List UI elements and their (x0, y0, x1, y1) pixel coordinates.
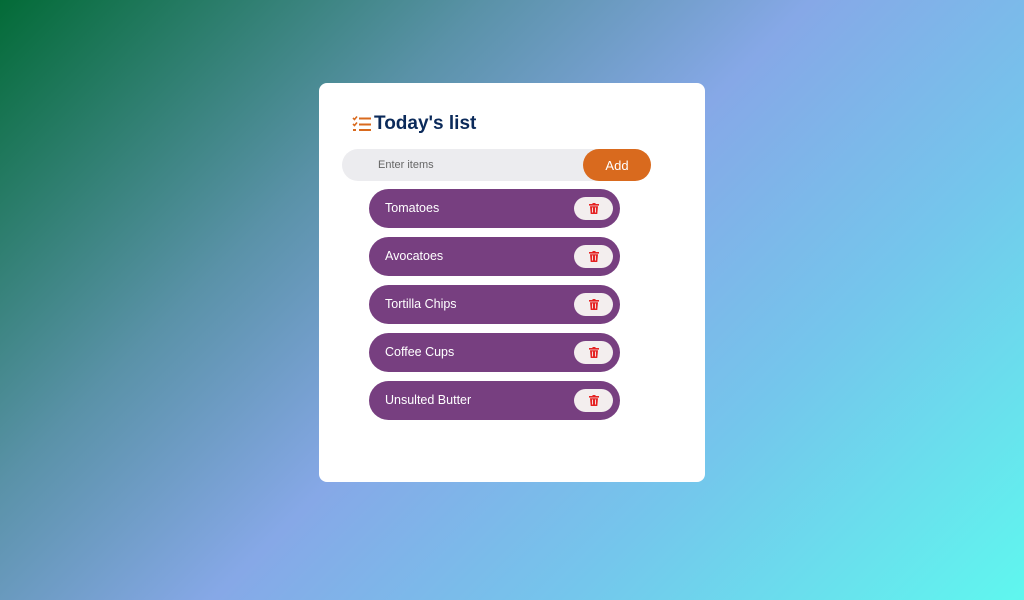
list-item: Avocatoes (369, 237, 620, 276)
delete-button[interactable] (574, 245, 613, 268)
header: Today's list (352, 113, 476, 135)
item-label: Unsulted Butter (385, 393, 472, 407)
checklist-icon (352, 115, 371, 131)
item-label: Tortilla Chips (385, 297, 457, 311)
delete-button[interactable] (574, 197, 613, 220)
list-item: Unsulted Butter (369, 381, 620, 420)
add-button[interactable]: Add (583, 149, 651, 181)
trash-icon (588, 347, 599, 358)
delete-button[interactable] (574, 293, 613, 316)
trash-icon (588, 395, 599, 406)
list-card: Today's list Add Tomatoes Avocatoes (319, 83, 705, 482)
trash-icon (588, 251, 599, 262)
item-list: Tomatoes Avocatoes Tortilla Chips Coffee… (369, 189, 620, 429)
page-title: Today's list (374, 113, 477, 134)
item-label: Coffee Cups (385, 345, 455, 359)
item-input[interactable] (342, 149, 602, 181)
add-item-row: Add (342, 149, 651, 181)
trash-icon (588, 203, 599, 214)
delete-button[interactable] (574, 341, 613, 364)
item-label: Tomatoes (385, 201, 440, 215)
list-item: Tomatoes (369, 189, 620, 228)
delete-button[interactable] (574, 389, 613, 412)
list-item: Tortilla Chips (369, 285, 620, 324)
trash-icon (588, 299, 599, 310)
list-item: Coffee Cups (369, 333, 620, 372)
item-label: Avocatoes (385, 249, 444, 263)
